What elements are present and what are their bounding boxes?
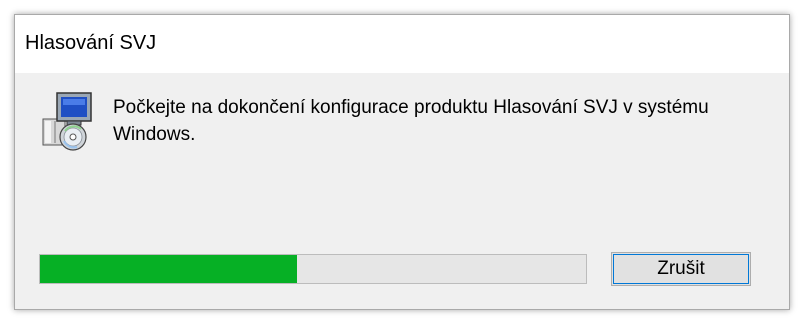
title-bar[interactable]: Hlasování SVJ xyxy=(15,15,789,73)
status-message: Počkejte na dokončení konfigurace produk… xyxy=(113,97,709,145)
window-title: Hlasování SVJ xyxy=(25,32,157,54)
cancel-button[interactable]: Zrušit xyxy=(611,252,751,286)
windows-installer-icon xyxy=(42,92,92,151)
progress-bar-fill xyxy=(40,255,297,283)
progress-bar xyxy=(39,254,587,284)
dialog-content: Počkejte na dokončení konfigurace produk… xyxy=(15,73,789,309)
installer-dialog: Hlasování SVJ Počkejte na dokončení konf… xyxy=(14,14,790,310)
screen-background: Hlasování SVJ Počkejte na dokončení konf… xyxy=(0,0,808,324)
